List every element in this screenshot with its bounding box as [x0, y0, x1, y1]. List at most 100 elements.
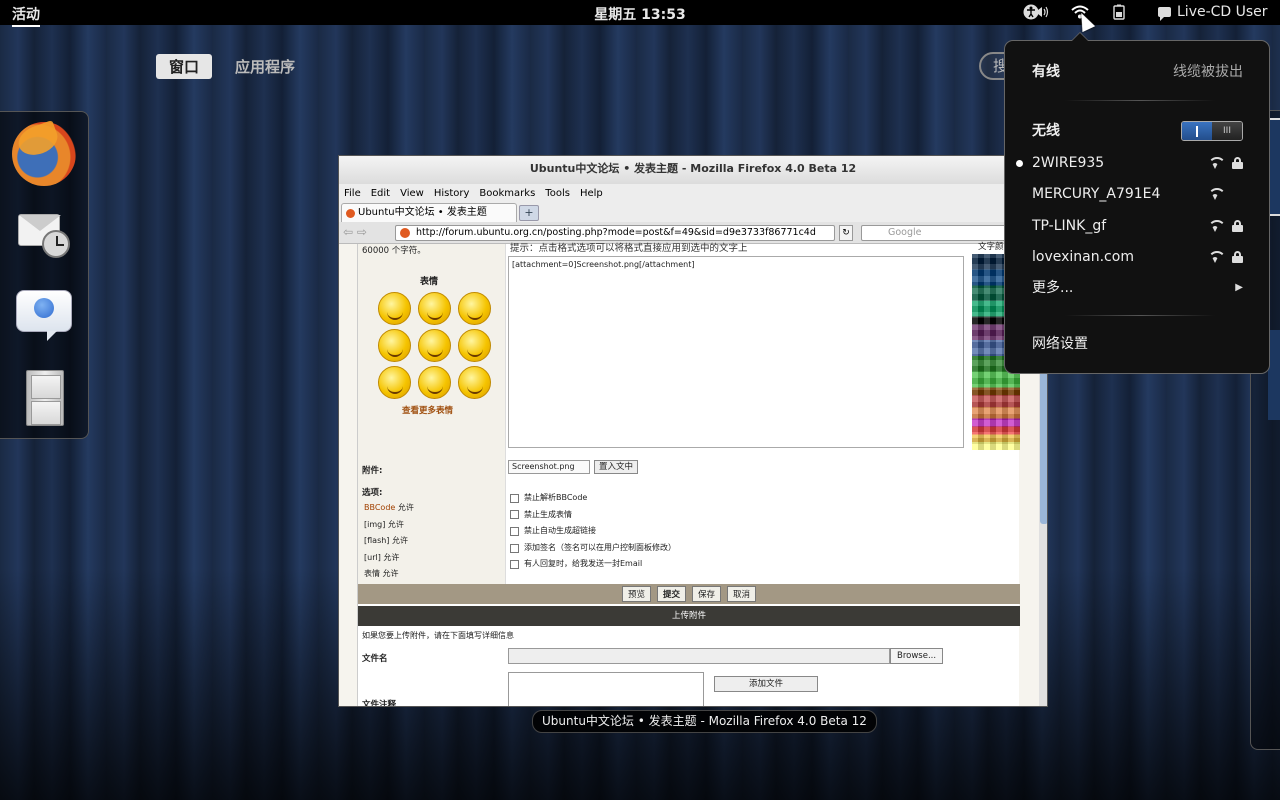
menu-view[interactable]: View	[400, 188, 424, 199]
file-comment-input[interactable]	[508, 672, 704, 706]
option-item: 表情 允许	[364, 569, 399, 578]
smiley-icon[interactable]	[418, 366, 451, 399]
smiley-icon[interactable]	[458, 292, 491, 325]
wireless-label: 无线	[1032, 123, 1060, 139]
add-file-button[interactable]: 添加文件	[714, 676, 819, 692]
wifi-signal-icon	[1208, 188, 1226, 200]
url-bar[interactable]: http://forum.ubuntu.org.cn/posting.php?m…	[395, 225, 835, 241]
evolution-icon[interactable]	[12, 202, 76, 266]
separator	[1065, 315, 1215, 316]
volume-icon[interactable]	[1032, 4, 1050, 22]
lock-icon	[1232, 251, 1243, 263]
dash	[0, 111, 89, 439]
smiley-icon[interactable]	[418, 292, 451, 325]
network-item-tplink[interactable]: TP-LINK_gf	[1032, 215, 1243, 237]
network-item-lovexinan[interactable]: lovexinan.com	[1032, 246, 1243, 268]
network-ssid: lovexinan.com	[1032, 249, 1134, 265]
smileys-heading: 表情	[420, 277, 439, 287]
menu-bar: File Edit View History Bookmarks Tools H…	[339, 184, 1047, 202]
smiley-icon[interactable]	[378, 292, 411, 325]
tab-windows[interactable]: 窗口	[156, 54, 213, 79]
user-menu[interactable]: Live-CD User	[1158, 4, 1268, 21]
tab-applications[interactable]: 应用程序	[222, 54, 308, 79]
attachment-label: 附件:	[362, 466, 383, 476]
preview-button[interactable]: 预览	[621, 586, 651, 602]
attachment-select[interactable]: Screenshot.png	[508, 460, 590, 474]
option-item: [url] 允许	[364, 552, 400, 562]
smiley-icon[interactable]	[378, 329, 411, 362]
network-item-mercury[interactable]: MERCURY_A791E4	[1032, 183, 1243, 205]
window-caption: Ubuntu中文论坛 • 发表主题 - Mozilla Firefox 4.0 …	[532, 710, 877, 733]
option-item: [img] 允许	[364, 519, 404, 529]
wired-label: 有线	[1032, 64, 1060, 80]
filename-label: 文件名	[362, 654, 388, 664]
options-list: BBCode 允许 [img] 允许 [flash] 允许 [url] 允许 表…	[364, 500, 414, 583]
checkbox[interactable]	[510, 526, 519, 536]
network-menu: 有线 线缆被拔出 无线 III 2WIRE935 MERCURY_A791E4 …	[1004, 32, 1270, 374]
back-forward-icon[interactable]: ⇦ ⇨	[343, 225, 367, 239]
wifi-signal-icon	[1208, 157, 1226, 169]
menu-help[interactable]: Help	[580, 188, 603, 199]
empathy-icon[interactable]	[12, 284, 76, 348]
checkbox[interactable]	[510, 543, 519, 553]
more-smileys-link[interactable]: 查看更多表情	[402, 404, 453, 416]
browser-tab[interactable]: Ubuntu中文论坛 • 发表主题	[341, 203, 517, 222]
smiley-icon[interactable]	[378, 366, 411, 399]
option-checkboxes: 禁止解析BBCode 禁止生成表情 禁止自动生成超链接 添加签名（签名可以在用户…	[510, 490, 676, 573]
network-settings-label: 网络设置	[1032, 336, 1088, 352]
page-content: 60000 个字符。 表情 查看更多表情 提示：点击格式选项可以将格式直接应用到…	[339, 242, 1039, 707]
lock-icon	[1232, 220, 1243, 232]
toggle-on-icon	[1182, 122, 1212, 140]
checkbox-row[interactable]: 禁止解析BBCode	[510, 490, 676, 507]
checkbox[interactable]	[510, 493, 519, 503]
menu-tools[interactable]: Tools	[545, 188, 570, 199]
smiley-icon[interactable]	[458, 366, 491, 399]
menu-history[interactable]: History	[434, 188, 470, 199]
new-tab-button[interactable]: +	[519, 205, 539, 221]
menu-file[interactable]: File	[344, 188, 361, 199]
reload-icon[interactable]: ↻	[839, 225, 853, 241]
battery-icon[interactable]	[1110, 4, 1128, 22]
insert-inline-button[interactable]: 置入文中	[594, 460, 639, 474]
arrow-right-icon: ▶	[1235, 282, 1243, 293]
menu-bookmarks[interactable]: Bookmarks	[479, 188, 535, 199]
network-settings-item[interactable]: 网络设置	[1032, 333, 1243, 355]
file-comment-label: 文件注释	[362, 700, 397, 707]
file-cabinet-icon[interactable]	[12, 366, 76, 430]
message-textarea[interactable]: [attachment=0]Screenshot.png[/attachment…	[508, 256, 964, 448]
network-ssid: MERCURY_A791E4	[1032, 186, 1161, 202]
cancel-button[interactable]: 取消	[727, 586, 757, 602]
wired-status: 线缆被拔出	[1173, 64, 1243, 80]
network-item-2wire935[interactable]: 2WIRE935	[1016, 152, 1243, 174]
option-item: BBCode 允许	[364, 503, 414, 512]
filename-input[interactable]	[508, 648, 890, 664]
firefox-icon[interactable]	[12, 122, 76, 186]
bbcode-link[interactable]: BBCode	[364, 503, 395, 512]
checkbox-row[interactable]: 有人回复时，给我发送一封Email	[510, 556, 676, 573]
menu-edit[interactable]: Edit	[371, 188, 390, 199]
save-button[interactable]: 保存	[692, 586, 722, 602]
more-label: 更多...	[1032, 280, 1074, 296]
chat-status-icon	[1158, 7, 1171, 21]
tab-strip: Ubuntu中文论坛 • 发表主题 +	[339, 202, 1047, 222]
checkbox-row[interactable]: 禁止生成表情	[510, 507, 676, 524]
wired-row: 有线 线缆被拔出	[1032, 61, 1243, 83]
more-networks-item[interactable]: 更多... ▶	[1032, 277, 1243, 299]
upload-note: 如果您要上传附件，请在下面填写详细信息	[362, 631, 514, 640]
network-ssid: 2WIRE935	[1032, 155, 1105, 171]
wireless-toggle[interactable]: III	[1181, 121, 1243, 141]
checkbox-row[interactable]: 禁止自动生成超链接	[510, 523, 676, 540]
checkbox[interactable]	[510, 510, 519, 520]
clock[interactable]: 星期五 13:53	[594, 7, 685, 23]
wifi-signal-icon	[1208, 251, 1226, 263]
smiley-icon[interactable]	[458, 329, 491, 362]
activities-button[interactable]: 活动	[12, 4, 40, 27]
smiley-icon[interactable]	[418, 329, 451, 362]
browse-button[interactable]: Browse...	[890, 648, 944, 664]
option-item: [flash] 允许	[364, 536, 408, 545]
checkbox[interactable]	[510, 560, 519, 570]
checkbox-row[interactable]: 添加签名（签名可以在用户控制面板修改）	[510, 540, 676, 557]
submit-button[interactable]: 提交	[656, 586, 686, 602]
firefox-window-thumbnail[interactable]: Ubuntu中文论坛 • 发表主题 - Mozilla Firefox 4.0 …	[338, 155, 1048, 707]
form-button-bar: 预览 提交 保存 取消	[358, 584, 1020, 604]
